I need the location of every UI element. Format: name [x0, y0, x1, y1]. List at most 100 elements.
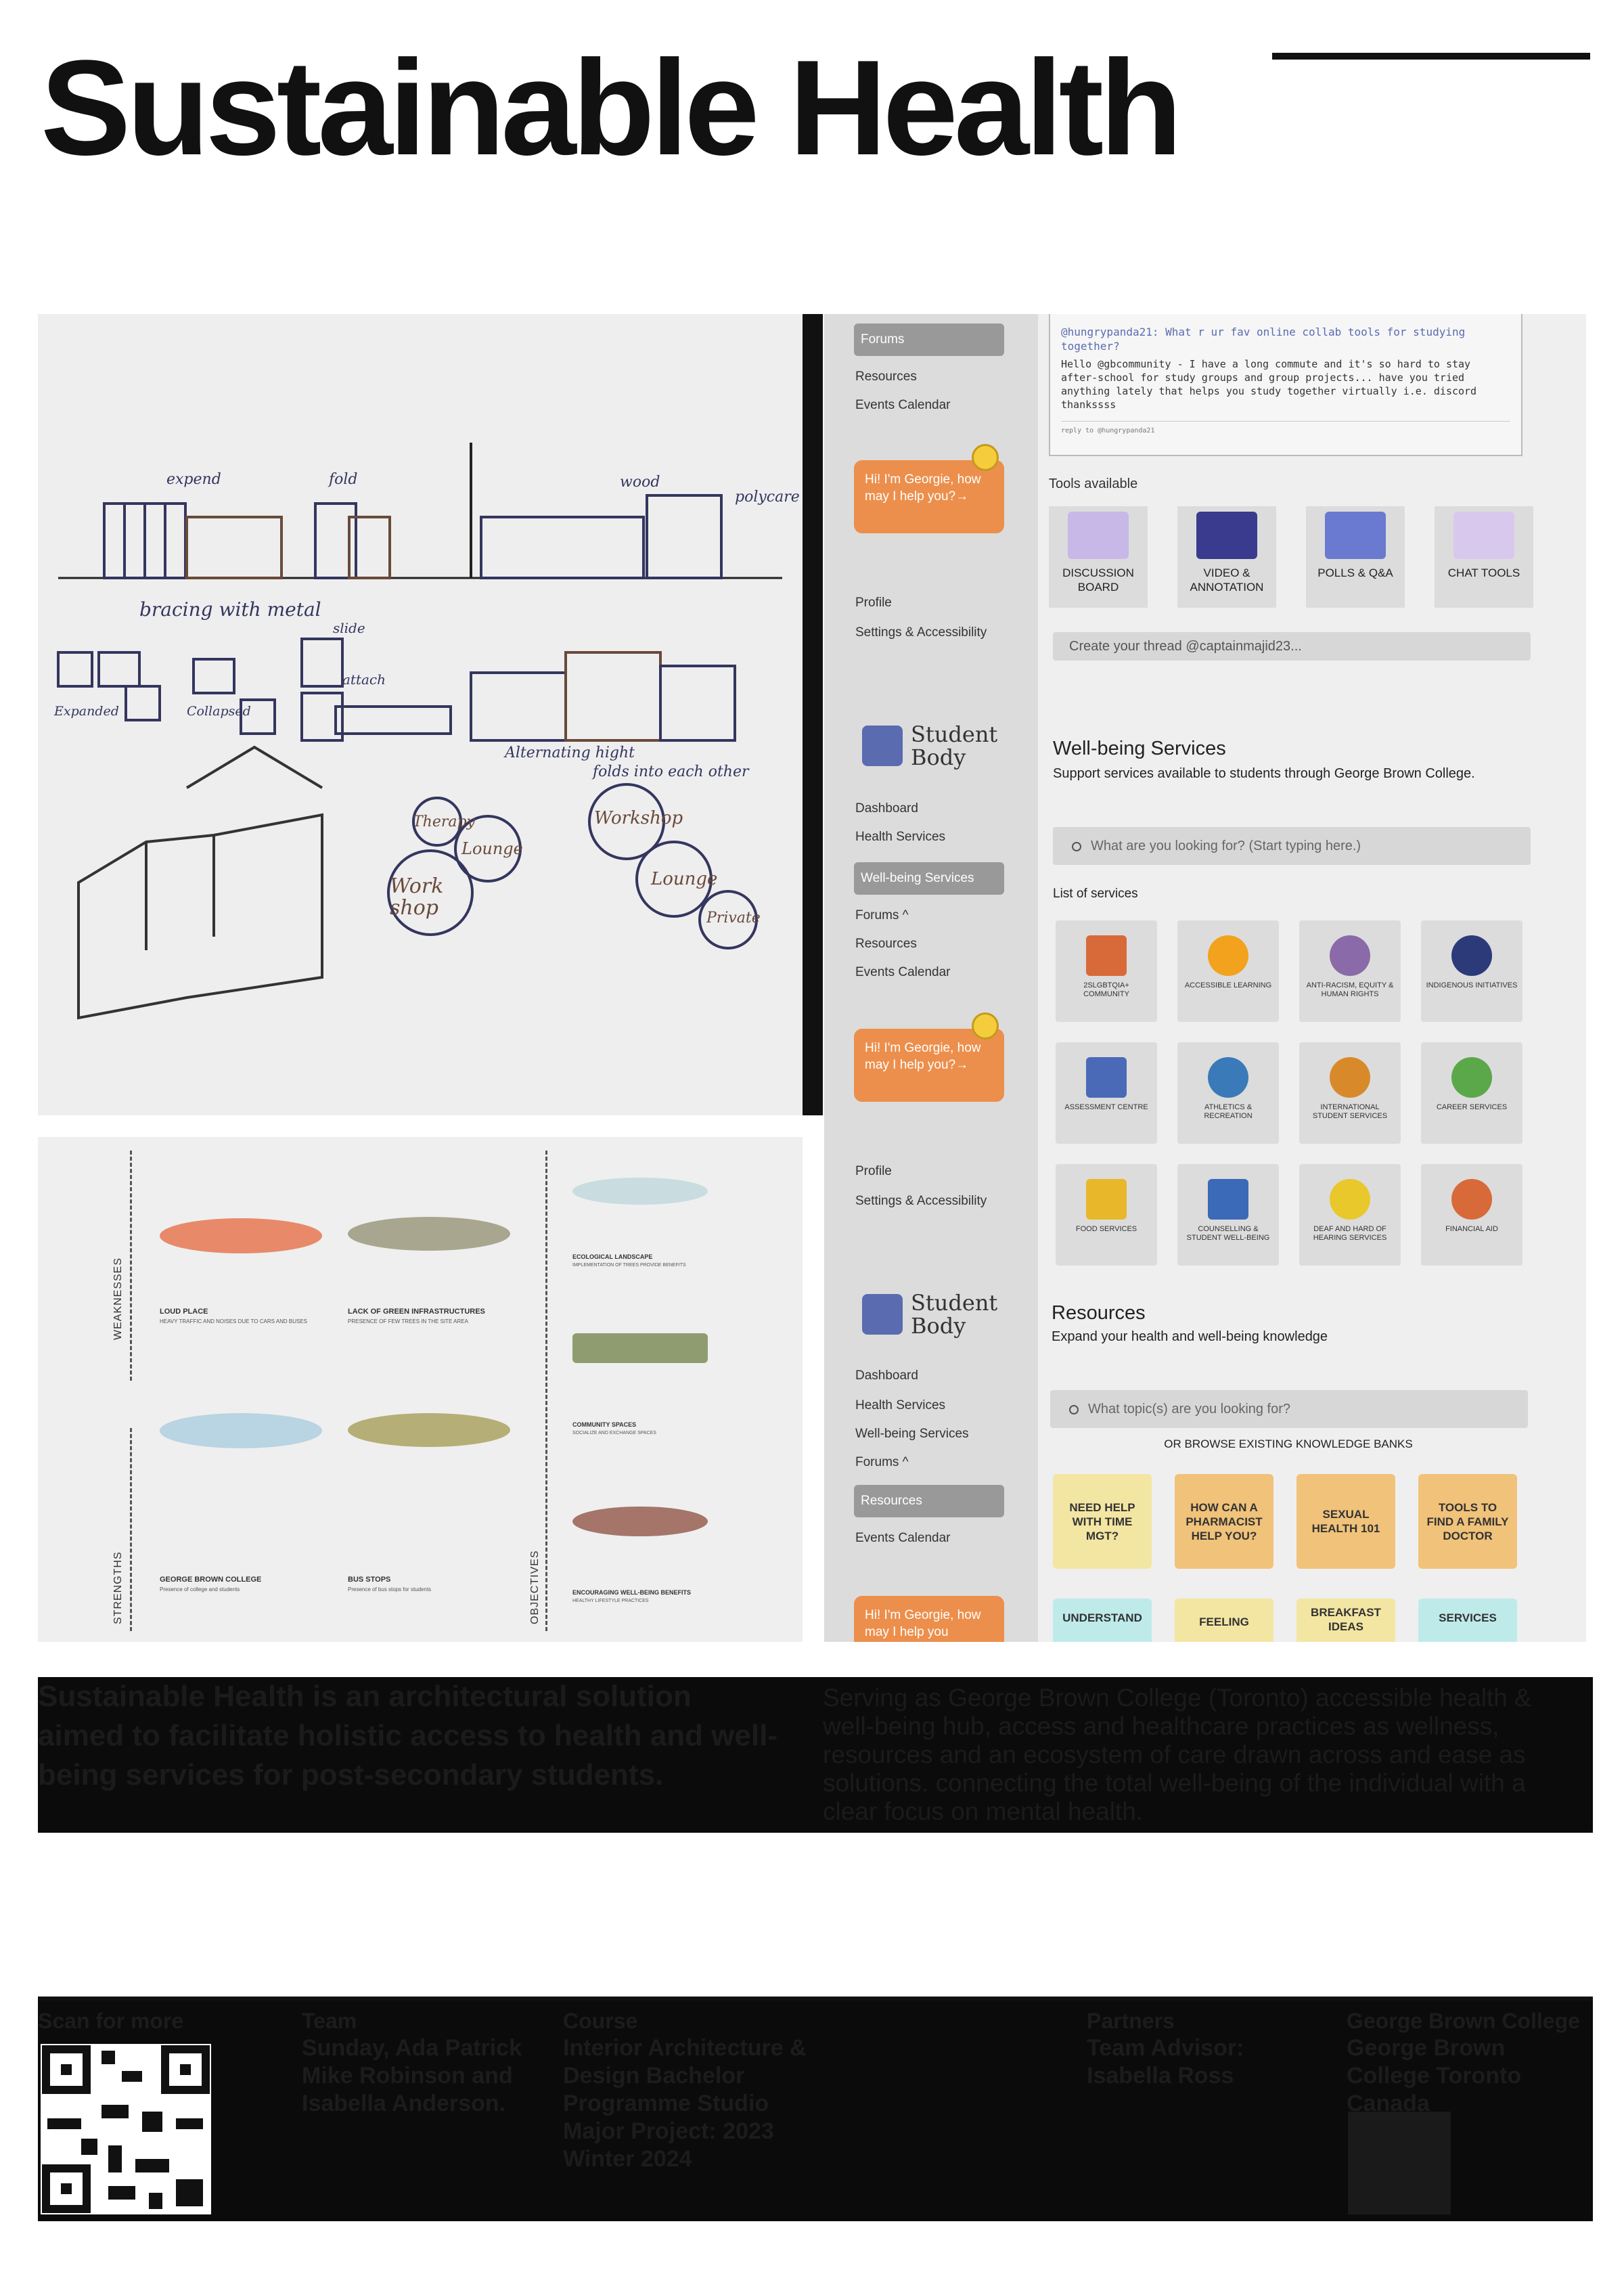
nav-health-services[interactable]: Health Services: [855, 1398, 945, 1413]
nav-resources[interactable]: Resources: [855, 370, 917, 384]
kb-sexual-health[interactable]: SEXUAL HEALTH 101: [1296, 1474, 1395, 1569]
tool-polls[interactable]: POLLS & Q&A: [1306, 506, 1405, 608]
student-body-logo-icon: [862, 726, 903, 766]
footer-team: Team Sunday, Ada Patrick Mike Robinson a…: [302, 2009, 522, 2116]
bus-stop-illustration: [348, 1413, 510, 1447]
globe-icon: [1330, 1057, 1370, 1098]
nav-dashboard[interactable]: Dashboard: [855, 1368, 918, 1383]
indigenous-icon: [1451, 935, 1492, 976]
equity-icon: [1330, 935, 1370, 976]
post-body: Hello @gbcommunity - I have a long commu…: [1061, 358, 1477, 411]
item-title: COMMUNITY SPACES: [572, 1421, 637, 1428]
forum-post: @hungrypanda21: What r ur fav online col…: [1049, 314, 1522, 456]
strengths-label: STRENGTHS: [112, 1551, 124, 1624]
chat-icon: [1453, 512, 1514, 559]
service-assessment[interactable]: ASSESSMENT CENTRE: [1056, 1042, 1157, 1144]
main-content: @hungrypanda21: What r ur fav online col…: [1049, 314, 1586, 1642]
tool-chat[interactable]: CHAT TOOLS: [1435, 506, 1533, 608]
nav-dashboard[interactable]: Dashboard: [855, 801, 918, 816]
nav-forums[interactable]: Forums ^: [855, 1455, 909, 1470]
tool-video[interactable]: VIDEO & ANNOTATION: [1177, 506, 1276, 608]
nav-settings[interactable]: Settings & Accessibility: [855, 1194, 987, 1209]
reply-link[interactable]: reply to @hungrypanda21: [1061, 421, 1510, 434]
career-icon: [1451, 1057, 1492, 1098]
service-2slgbtqia[interactable]: 2SLGBTQIA+ COMMUNITY: [1056, 920, 1157, 1022]
sketch-note-10: Alternating hight: [505, 744, 635, 761]
service-counselling[interactable]: COUNSELLING & STUDENT WELL-BEING: [1177, 1164, 1279, 1266]
kb-time-management[interactable]: NEED HELP WITH TIME MGT?: [1053, 1474, 1152, 1569]
college-logo-icon: [1348, 2112, 1451, 2214]
resources-search[interactable]: What topic(s) are you looking for?: [1050, 1390, 1528, 1428]
kb-feeling[interactable]: FEELING: [1175, 1599, 1273, 1642]
item-title: GEORGE BROWN COLLEGE: [160, 1576, 262, 1584]
georgie-chatbot[interactable]: Hi! I'm Georgie, how may I help you?→: [854, 460, 1004, 533]
item-desc: HEAVY TRAFFIC AND NOISES DUE TO CARS AND…: [160, 1318, 307, 1324]
post-heading: @hungrypanda21: What r ur fav online col…: [1061, 326, 1466, 353]
search-icon: [1069, 1404, 1079, 1414]
kb-understand[interactable]: UNDERSTAND: [1053, 1599, 1152, 1642]
services-heading: List of services: [1053, 887, 1138, 901]
tools-heading: Tools available: [1049, 476, 1138, 491]
kb-services[interactable]: SERVICES: [1418, 1599, 1517, 1642]
nav-wellbeing-selected[interactable]: Well-being Services: [854, 862, 1004, 895]
nav-events-calendar[interactable]: Events Calendar: [855, 398, 950, 413]
service-accessible[interactable]: ACCESSIBLE LEARNING: [1177, 920, 1279, 1022]
wellbeing-search[interactable]: What are you looking for? (Start typing …: [1053, 827, 1531, 865]
wellbeing-title: Well-being Services: [1053, 738, 1226, 759]
footer-scan: Scan for more: [38, 2009, 184, 2033]
sketch-note-14: Work shop: [390, 874, 444, 920]
sketch-note-7: attach: [342, 671, 386, 688]
sketch-note-5: bracing with metal: [139, 598, 321, 621]
sketch-note-16: Lounge: [651, 869, 718, 889]
description-right: Serving as George Brown College (Toronto…: [823, 1684, 1531, 1825]
nav-profile[interactable]: Profile: [855, 1164, 892, 1179]
georgie-chatbot[interactable]: Hi! I'm Georgie, how may I help you: [854, 1596, 1004, 1642]
service-food[interactable]: FOOD SERVICES: [1056, 1164, 1157, 1266]
item-title: ECOLOGICAL LANDSCAPE: [572, 1253, 653, 1260]
swot-diagram: WEAKNESSES STRENGTHS OBJECTIVES LOUD PLA…: [38, 1137, 803, 1642]
service-indigenous[interactable]: INDIGENOUS INITIATIVES: [1421, 920, 1522, 1022]
item-desc: HEALTHY LIFESTYLE PRACTICES: [572, 1599, 649, 1603]
nav-forums-selected[interactable]: Forums: [854, 324, 1004, 356]
gbc-illustration: [160, 1413, 322, 1448]
resources-subtitle: Expand your health and well-being knowle…: [1052, 1329, 1328, 1344]
tool-discussion-board[interactable]: DISCUSSION BOARD: [1049, 506, 1148, 608]
student-body-screens: Forums Resources Events Calendar Hi! I'm…: [824, 314, 1586, 1642]
item-title: LOUD PLACE: [160, 1308, 208, 1316]
service-athletics[interactable]: ATHLETICS & RECREATION: [1177, 1042, 1279, 1144]
service-international[interactable]: INTERNATIONAL STUDENT SERVICES: [1299, 1042, 1401, 1144]
nav-settings[interactable]: Settings & Accessibility: [855, 625, 987, 640]
kb-family-doctor[interactable]: TOOLS TO FIND A FAMILY DOCTOR: [1418, 1474, 1517, 1569]
financial-aid-icon: [1451, 1179, 1492, 1220]
sketch-note-8: Expanded: [54, 704, 119, 719]
polls-icon: [1325, 512, 1386, 559]
nav-health-services[interactable]: Health Services: [855, 830, 945, 845]
student-body-logo[interactable]: Student Body: [911, 1291, 1019, 1337]
sketch-note-13: Lounge: [461, 839, 523, 858]
kb-pharmacist[interactable]: HOW CAN A PHARMACIST HELP YOU?: [1175, 1474, 1273, 1569]
sketch-note-15: Workshop: [594, 808, 683, 828]
nav-forums[interactable]: Forums ^: [855, 908, 909, 923]
service-antiracism[interactable]: ANTI-RACISM, EQUITY & HUMAN RIGHTS: [1299, 920, 1401, 1022]
nav-profile[interactable]: Profile: [855, 596, 892, 610]
loud-place-illustration: [160, 1218, 322, 1253]
nav-resources-selected[interactable]: Resources: [854, 1485, 1004, 1517]
kb-breakfast[interactable]: BREAKFAST IDEAS: [1296, 1599, 1395, 1642]
service-career[interactable]: CAREER SERVICES: [1421, 1042, 1522, 1144]
service-deaf[interactable]: DEAF AND HARD OF HEARING SERVICES: [1299, 1164, 1401, 1266]
sketch-note-4: polycare: [735, 489, 800, 506]
georgie-chatbot[interactable]: Hi! I'm Georgie, how may I help you?→: [854, 1029, 1004, 1102]
qr-code[interactable]: [41, 2044, 211, 2214]
student-body-logo[interactable]: Student Body: [911, 723, 1019, 769]
nav-events-calendar[interactable]: Events Calendar: [855, 1531, 950, 1546]
nav-events-calendar[interactable]: Events Calendar: [855, 965, 950, 980]
create-thread-input[interactable]: Create your thread @captainmajid23...: [1053, 632, 1531, 661]
nav-wellbeing[interactable]: Well-being Services: [855, 1427, 969, 1442]
divider-objectives: [545, 1151, 547, 1631]
item-desc: IMPLEMENTATION OF TREES PROVIDE BENEFITS: [572, 1263, 686, 1268]
nav-resources[interactable]: Resources: [855, 937, 917, 952]
community-illustration: [572, 1333, 708, 1363]
service-financial[interactable]: FINANCIAL AID: [1421, 1164, 1522, 1266]
sketch-drawing: [57, 443, 782, 1020]
sketch-note-12: Therapy: [413, 813, 476, 830]
